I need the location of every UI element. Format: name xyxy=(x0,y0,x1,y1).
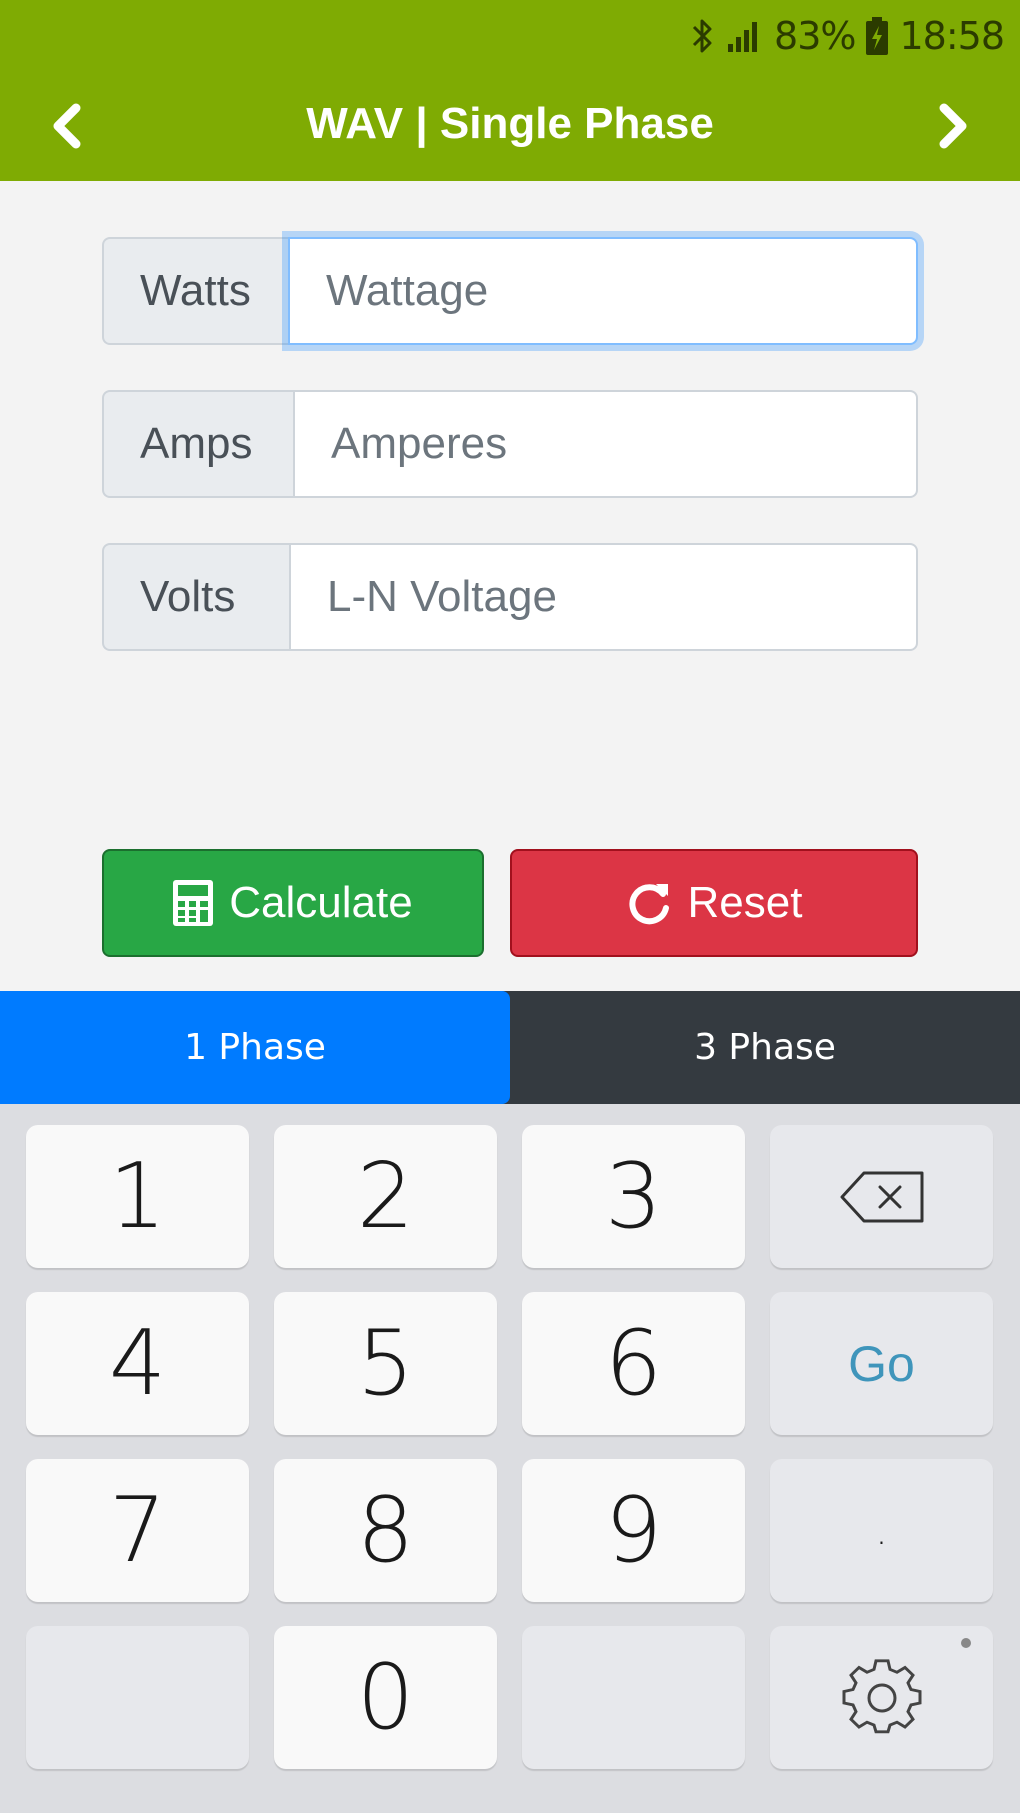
go-key[interactable]: Go xyxy=(770,1292,993,1435)
chevron-left-icon xyxy=(53,103,81,149)
watts-group: Watts xyxy=(102,237,918,345)
key-3[interactable]: 3 xyxy=(522,1125,745,1268)
calculate-label: Calculate xyxy=(229,878,413,927)
battery-percent: 83% xyxy=(774,14,856,58)
key-9[interactable]: 9 xyxy=(522,1459,745,1602)
battery-charging-icon xyxy=(865,16,889,56)
decimal-key[interactable]: . xyxy=(770,1459,993,1602)
blank-key-left xyxy=(26,1626,249,1769)
amps-group: Amps xyxy=(102,390,918,498)
nav-bar: WAV | Single Phase xyxy=(0,82,1020,166)
reset-button[interactable]: Reset xyxy=(510,849,918,957)
calculate-button[interactable]: Calculate xyxy=(102,849,484,957)
next-button[interactable] xyxy=(924,98,980,154)
key-6[interactable]: 6 xyxy=(522,1292,745,1435)
volts-label: Volts xyxy=(102,543,289,651)
watts-input[interactable] xyxy=(288,237,918,345)
settings-indicator-dot xyxy=(961,1638,971,1648)
calculator-icon xyxy=(173,880,214,926)
key-5[interactable]: 5 xyxy=(274,1292,497,1435)
phase-tabs: 1 Phase 3 Phase xyxy=(0,991,1020,1104)
input-form: Watts Amps Volts xyxy=(102,237,918,696)
settings-key[interactable] xyxy=(770,1626,993,1769)
backspace-key[interactable] xyxy=(770,1125,993,1268)
bluetooth-icon xyxy=(690,16,716,56)
key-2[interactable]: 2 xyxy=(274,1125,497,1268)
blank-key-right xyxy=(522,1626,745,1769)
app-header: 83% 18:58 WAV | Single Phase xyxy=(0,0,1020,181)
refresh-icon xyxy=(629,884,669,925)
page-title: WAV | Single Phase xyxy=(306,99,714,148)
amps-input[interactable] xyxy=(293,390,918,498)
amps-label: Amps xyxy=(102,390,293,498)
clock-time: 18:58 xyxy=(899,14,1005,58)
watts-label: Watts xyxy=(102,237,288,345)
gear-icon xyxy=(842,1658,921,1733)
key-7[interactable]: 7 xyxy=(26,1459,249,1602)
tab-3-phase[interactable]: 3 Phase xyxy=(510,991,1020,1104)
reset-label: Reset xyxy=(687,878,803,927)
backspace-icon xyxy=(840,1171,923,1222)
key-8[interactable]: 8 xyxy=(274,1459,497,1602)
prev-button[interactable] xyxy=(40,98,96,154)
signal-icon xyxy=(726,18,764,54)
chevron-right-icon xyxy=(939,103,967,149)
tab-1-phase[interactable]: 1 Phase xyxy=(0,991,510,1104)
volts-group: Volts xyxy=(102,543,918,651)
key-1[interactable]: 1 xyxy=(26,1125,249,1268)
key-0[interactable]: 0 xyxy=(274,1626,497,1769)
status-bar: 83% 18:58 xyxy=(690,12,1005,60)
volts-input[interactable] xyxy=(289,543,918,651)
numeric-keyboard: 1 2 3 4 5 6 Go 7 8 9 . 0 xyxy=(0,1104,1020,1813)
key-4[interactable]: 4 xyxy=(26,1292,249,1435)
